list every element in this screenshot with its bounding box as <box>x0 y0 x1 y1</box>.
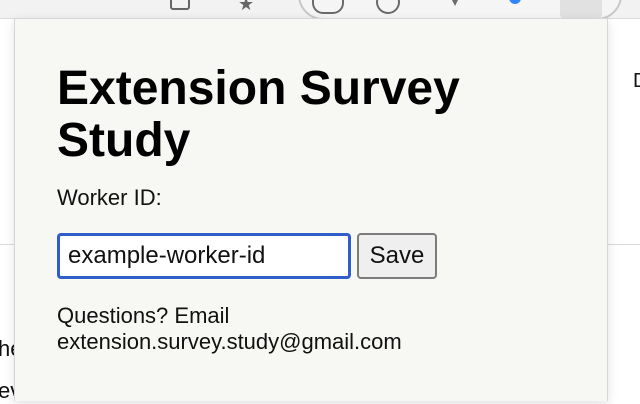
extension-icon-3[interactable] <box>446 0 464 6</box>
worker-id-input[interactable] <box>57 233 351 279</box>
background-page-text: D <box>633 70 640 93</box>
contact-section: Questions? Email extension.survey.study@… <box>57 303 577 355</box>
star-icon[interactable]: ★ <box>238 0 254 15</box>
extension-popup: Extension Survey Study Worker ID: Save Q… <box>14 18 608 401</box>
browser-toolbar: ★ <box>0 0 640 20</box>
contact-email: extension.survey.study@gmail.com <box>57 329 402 354</box>
popup-content: Extension Survey Study Worker ID: Save Q… <box>57 63 577 355</box>
worker-id-row: Save <box>57 233 577 279</box>
popup-title: Extension Survey Study <box>57 62 460 167</box>
worker-id-label: Worker ID: <box>57 185 162 210</box>
save-button[interactable]: Save <box>357 233 437 279</box>
extension-icon-1[interactable] <box>312 0 344 14</box>
profile-avatar-icon[interactable] <box>560 0 602 18</box>
square-icon[interactable] <box>170 0 190 10</box>
questions-label: Questions? Email <box>57 303 230 328</box>
